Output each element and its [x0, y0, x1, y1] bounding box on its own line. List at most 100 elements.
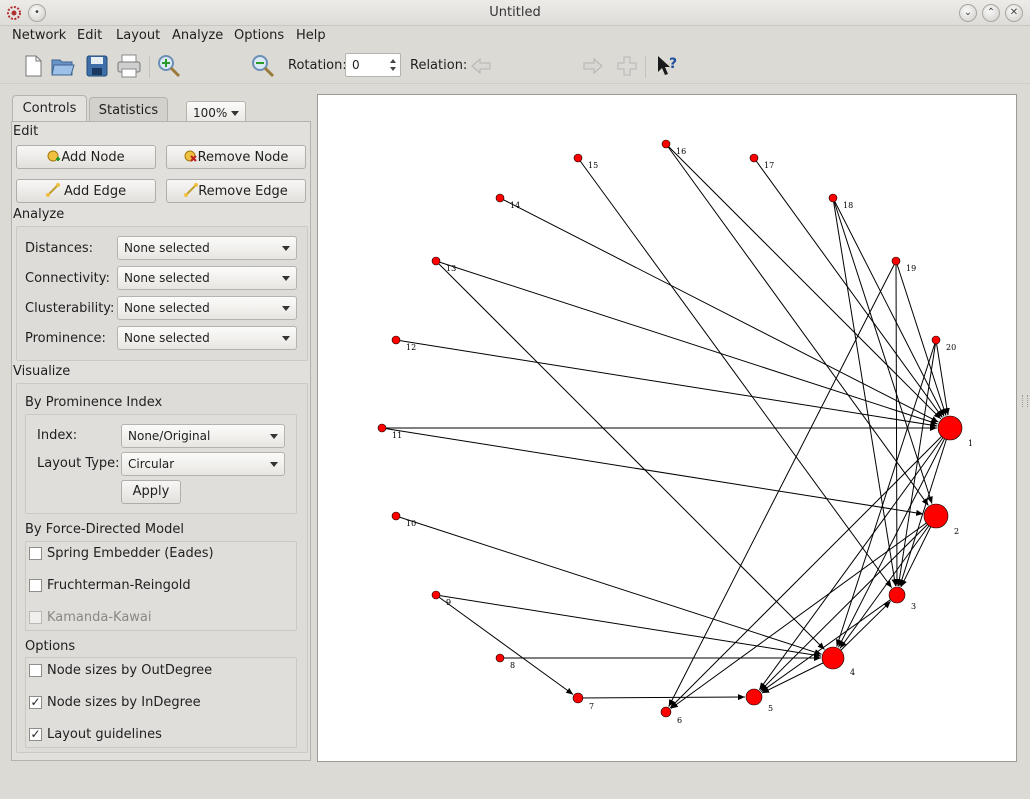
node-12[interactable]	[391, 335, 401, 345]
edge-16-1[interactable]	[665, 143, 942, 420]
edge-1-5[interactable]	[758, 427, 951, 691]
resize-grip[interactable]	[1022, 395, 1028, 407]
node-15[interactable]	[573, 153, 583, 163]
edge-12-1[interactable]	[395, 339, 938, 428]
prominence-select[interactable]: None selected	[117, 326, 297, 350]
node-16[interactable]	[661, 139, 671, 149]
node-17[interactable]	[749, 153, 759, 163]
edge-2-4[interactable]	[839, 515, 937, 649]
index-select[interactable]: None/Original	[121, 424, 285, 448]
layout-type-select[interactable]: Circular	[121, 452, 285, 476]
menu-network[interactable]: Network	[12, 28, 66, 43]
edge-15-3[interactable]	[577, 157, 893, 589]
toolbar-separator	[149, 56, 150, 78]
add-node-button[interactable]: Add Node	[16, 145, 156, 169]
node-label-3: 3	[911, 602, 916, 611]
edge-3-5[interactable]	[761, 594, 898, 693]
spring-embedder-checkbox[interactable]	[29, 547, 42, 560]
node-label-8: 8	[510, 661, 515, 670]
fruchterman-reingold-label: Fruchterman-Reingold	[47, 578, 191, 593]
menu-analyze[interactable]: Analyze	[172, 28, 223, 43]
edge-11-2[interactable]	[381, 427, 924, 516]
clusterability-select[interactable]: None selected	[117, 296, 297, 320]
node-6[interactable]	[660, 706, 672, 718]
save-icon[interactable]	[84, 53, 110, 79]
node-label-10: 10	[406, 519, 416, 528]
edge-13-4[interactable]	[435, 260, 825, 650]
node-7[interactable]	[572, 692, 584, 704]
zoom-out-icon[interactable]	[250, 53, 276, 79]
edge-17-1[interactable]	[753, 157, 943, 418]
print-icon[interactable]	[116, 53, 142, 79]
add-edge-button[interactable]: Add Edge	[16, 179, 156, 203]
node-label-2: 2	[954, 527, 959, 536]
tab-controls[interactable]: Controls	[12, 95, 87, 123]
node-19[interactable]	[891, 256, 901, 266]
edge-19-6[interactable]	[668, 260, 897, 707]
node-9[interactable]	[431, 590, 441, 600]
whats-this-help-icon[interactable]: ?	[654, 53, 680, 79]
node-label-14: 14	[510, 201, 520, 210]
edge-2-5[interactable]	[760, 515, 937, 692]
zoom-in-icon[interactable]	[156, 53, 182, 79]
distances-select[interactable]: None selected	[117, 236, 297, 260]
node-5[interactable]	[745, 688, 763, 706]
connectivity-select[interactable]: None selected	[117, 266, 297, 290]
previous-relation-arrow-icon[interactable]	[468, 53, 494, 79]
tab-statistics[interactable]: Statistics	[89, 97, 168, 123]
remove-edge-button[interactable]: Remove Edge	[166, 179, 306, 203]
rotation-spinbox[interactable]: 0	[345, 53, 401, 77]
edge-7-5[interactable]	[577, 694, 746, 701]
graph-canvas[interactable]: 1 2 3 4 5 6 7 8 9 10 11 12 13 14 15 16 17 18 19 20	[317, 94, 1017, 762]
node-2[interactable]	[923, 503, 949, 529]
node-8[interactable]	[495, 653, 505, 663]
node-label-4: 4	[850, 668, 855, 677]
outdegree-size-checkbox[interactable]	[29, 664, 42, 677]
remove-node-button[interactable]: Remove Node	[166, 145, 306, 169]
edge-13-1[interactable]	[435, 260, 938, 425]
edge-2-6[interactable]	[670, 515, 937, 709]
edge-18-3[interactable]	[832, 197, 898, 587]
network-graph[interactable]: 1234567891011121314151617181920	[318, 95, 1018, 763]
menu-layout[interactable]: Layout	[116, 28, 160, 43]
node-3[interactable]	[888, 586, 906, 604]
close-button[interactable]: ✕	[1005, 4, 1023, 22]
edge-20-3[interactable]	[896, 339, 937, 587]
add-relation-icon[interactable]	[614, 53, 640, 79]
apply-button[interactable]: Apply	[121, 480, 181, 504]
edge-18-2[interactable]	[832, 197, 933, 504]
node-10[interactable]	[391, 511, 401, 521]
node-4[interactable]	[821, 646, 845, 670]
edge-16-2[interactable]	[665, 143, 929, 506]
node-1[interactable]	[937, 415, 963, 441]
maximize-button[interactable]: ⌃	[982, 4, 1000, 22]
clusterability-value: None selected	[124, 301, 210, 315]
edge-4-5[interactable]	[761, 657, 834, 694]
node-20[interactable]	[931, 335, 941, 345]
open-folder-icon[interactable]	[50, 53, 76, 79]
menu-edit[interactable]: Edit	[77, 28, 102, 43]
node-14[interactable]	[495, 193, 505, 203]
indegree-size-checkbox[interactable]: ✓	[29, 696, 42, 709]
edge-18-1[interactable]	[832, 197, 945, 417]
edge-1-6[interactable]	[669, 427, 951, 709]
layout-guidelines-checkbox[interactable]: ✓	[29, 728, 42, 741]
node-11[interactable]	[377, 423, 387, 433]
layout-guidelines-label: Layout guidelines	[47, 727, 162, 742]
node-13[interactable]	[431, 256, 441, 266]
edge-9-7[interactable]	[435, 594, 574, 695]
edge-9-4[interactable]	[435, 594, 822, 658]
edge-10-4[interactable]	[395, 515, 822, 655]
next-relation-arrow-icon[interactable]	[580, 53, 606, 79]
menu-help[interactable]: Help	[296, 28, 326, 43]
kamanda-kawai-label: Kamanda-Kawai	[47, 610, 152, 625]
edge-14-1[interactable]	[499, 197, 939, 423]
node-18[interactable]	[828, 193, 838, 203]
menu-options[interactable]: Options	[234, 28, 284, 43]
minimize-button[interactable]: ⌄	[959, 4, 977, 22]
node-label-19: 19	[906, 264, 916, 273]
edge-19-3[interactable]	[893, 260, 900, 587]
node-label-9: 9	[446, 598, 451, 607]
new-file-icon[interactable]	[20, 53, 46, 79]
fruchterman-reingold-checkbox[interactable]	[29, 579, 42, 592]
